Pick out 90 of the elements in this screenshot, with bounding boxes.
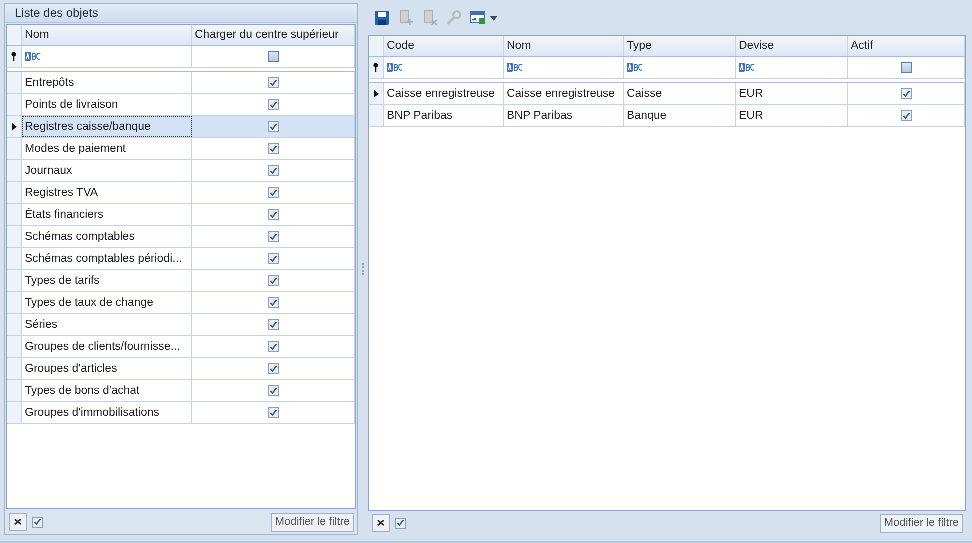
document-cross-icon	[422, 10, 438, 26]
table-cell: EUR	[736, 105, 848, 126]
table-cell: Groupes de clients/fournisse...	[22, 336, 192, 357]
table-row[interactable]: Modes de paiement	[7, 138, 355, 160]
checkbox[interactable]	[900, 110, 912, 121]
checkbox[interactable]	[268, 99, 278, 110]
table-cell: États financiers	[22, 204, 192, 225]
row-indicator[interactable]	[7, 116, 22, 137]
checkbox[interactable]	[32, 516, 43, 528]
table-row[interactable]: Types de taux de change	[7, 292, 355, 314]
table-row[interactable]: Registres caisse/banque	[7, 116, 355, 138]
checkbox[interactable]	[900, 62, 912, 73]
table-cell: Registres caisse/banque	[22, 116, 192, 137]
checkbox[interactable]	[268, 209, 278, 220]
splitter-grip-icon[interactable]	[362, 262, 364, 276]
export-grid-icon	[470, 10, 486, 26]
checkbox[interactable]	[268, 187, 278, 198]
checkbox[interactable]	[268, 165, 278, 176]
table-row[interactable]: États financiers	[7, 204, 355, 226]
table-row[interactable]: Groupes d'immobilisations	[7, 402, 355, 424]
table-row[interactable]: Types de bons d'achat	[7, 380, 355, 402]
column-header[interactable]: Devise	[736, 36, 848, 56]
table-cell: Modes de paiement	[22, 138, 192, 159]
table-cell: BNP Paribas	[504, 105, 624, 126]
checkbox[interactable]	[268, 231, 278, 242]
text-filter-icon	[387, 63, 403, 72]
panel-title: Liste des objets	[5, 4, 357, 23]
table-cell: Caisse	[624, 83, 736, 104]
table-row[interactable]: Registres TVA	[7, 182, 355, 204]
table-cell: Groupes d'immobilisations	[22, 402, 192, 423]
checkbox[interactable]	[268, 275, 278, 286]
checkbox[interactable]	[268, 77, 278, 88]
table-row[interactable]: Entrepôts	[7, 72, 355, 94]
checkbox[interactable]	[268, 143, 278, 154]
checkbox[interactable]	[268, 253, 278, 264]
dropdown-caret-icon	[490, 16, 498, 20]
table-cell: Groupes d'articles	[22, 358, 192, 379]
table-cell: Types de bons d'achat	[22, 380, 192, 401]
table-cell: Schémas comptables périodi...	[22, 248, 192, 269]
checkbox[interactable]	[268, 121, 278, 132]
table-cell: Caisse enregistreuse	[384, 83, 504, 104]
clear-filter-button[interactable]	[9, 513, 27, 531]
text-filter-icon	[507, 63, 523, 72]
column-header[interactable]: Nom	[22, 25, 192, 45]
table-row[interactable]: Types de tarifs	[7, 270, 355, 292]
table-cell: EUR	[736, 83, 848, 104]
checkbox[interactable]	[268, 341, 278, 352]
document-plus-icon	[398, 10, 414, 26]
checkbox[interactable]	[268, 297, 278, 308]
table-cell: Registres TVA	[22, 182, 192, 203]
modify-filter-button[interactable]: Modifier le filtre	[271, 512, 354, 532]
table-cell: Caisse enregistreuse	[504, 83, 624, 104]
table-cell: Schémas comptables	[22, 226, 192, 247]
column-header[interactable]: Nom	[504, 36, 624, 56]
checkbox[interactable]	[268, 319, 278, 330]
clear-filter-button[interactable]	[372, 514, 390, 532]
text-filter-icon	[25, 52, 41, 61]
pin-icon	[373, 63, 379, 72]
table-cell: Types de taux de change	[22, 292, 192, 313]
checkbox[interactable]	[268, 407, 278, 418]
checkbox[interactable]	[268, 363, 278, 374]
column-header[interactable]: Type	[624, 36, 736, 56]
column-header[interactable]: Actif	[848, 36, 965, 56]
modify-filter-button[interactable]: Modifier le filtre	[880, 514, 963, 532]
pin-icon	[11, 52, 17, 61]
table-row[interactable]: Journaux	[7, 160, 355, 182]
column-header[interactable]: Charger du centre supérieur	[192, 25, 355, 45]
table-cell: BNP Paribas	[384, 105, 504, 126]
table-row[interactable]: Schémas comptables	[7, 226, 355, 248]
column-header[interactable]: Code	[384, 36, 504, 56]
checkbox[interactable]	[395, 518, 406, 528]
checkbox[interactable]	[268, 385, 278, 396]
table-row[interactable]: Groupes de clients/fournisse...	[7, 336, 355, 358]
table-row[interactable]: Séries	[7, 314, 355, 336]
close-icon	[14, 519, 22, 525]
row-indicator[interactable]	[369, 83, 384, 104]
table-cell: Entrepôts	[22, 72, 192, 93]
table-cell: Banque	[624, 105, 736, 126]
close-icon	[377, 520, 385, 526]
table-row[interactable]: Schémas comptables périodi...	[7, 248, 355, 270]
table-cell: Types de tarifs	[22, 270, 192, 291]
table-cell: Séries	[22, 314, 192, 335]
table-cell: Points de livraison	[22, 94, 192, 115]
text-filter-icon	[627, 63, 643, 72]
table-cell: Journaux	[22, 160, 192, 181]
text-filter-icon	[739, 63, 755, 72]
save-icon	[374, 10, 390, 26]
checkbox[interactable]	[900, 88, 912, 99]
checkbox[interactable]	[268, 51, 278, 62]
table-row[interactable]: Groupes d'articles	[7, 358, 355, 380]
